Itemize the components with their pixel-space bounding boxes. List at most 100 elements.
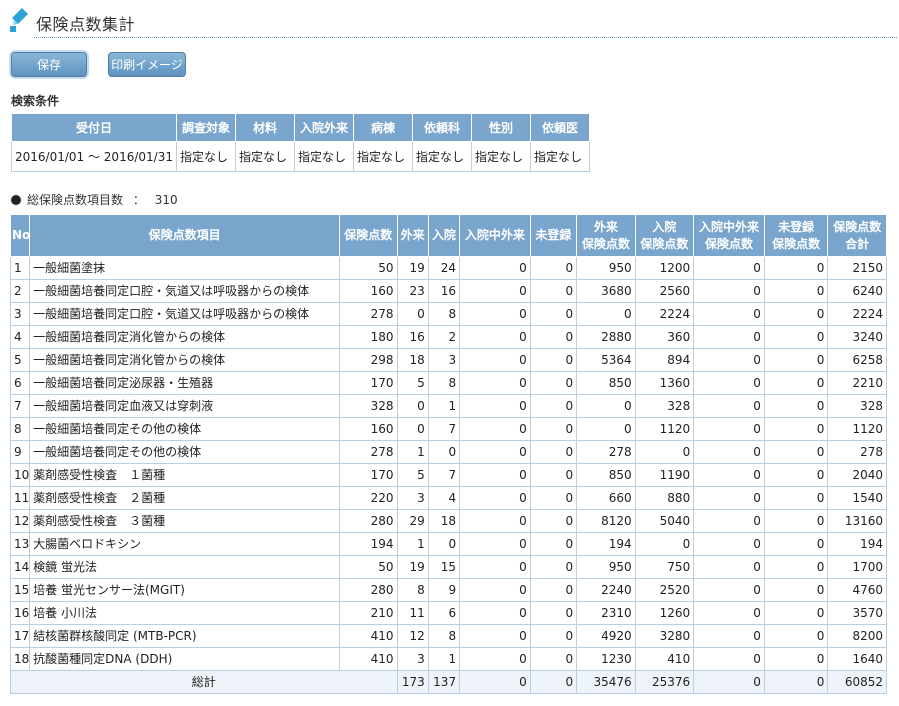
cell-inpatient-outpatient-points: 0 bbox=[693, 555, 765, 579]
cell-outpatient: 0 bbox=[396, 302, 429, 326]
page-title: 保険点数集計 bbox=[36, 15, 136, 34]
total-outpatient: 173 bbox=[396, 670, 429, 694]
cell-outpatient-points: 850 bbox=[576, 463, 636, 487]
column-header-inpatient-points[interactable]: 入院 保険点数 bbox=[634, 214, 695, 257]
cell-points: 170 bbox=[339, 371, 398, 395]
cell-points-total: 8200 bbox=[827, 624, 887, 648]
column-header-no[interactable]: No bbox=[9, 214, 31, 257]
cell-outpatient-points: 950 bbox=[576, 555, 636, 579]
table-row[interactable]: 16 培養 小川法 210 11 6 0 0 2310 1260 0 0 3570 bbox=[9, 601, 887, 625]
total-label: 総計 bbox=[10, 670, 398, 694]
cell-inpatient-outpatient-points: 0 bbox=[693, 624, 765, 648]
table-row[interactable]: 11 薬剤感受性検査 ２菌種 220 3 4 0 0 660 880 0 0 1540 bbox=[9, 486, 887, 510]
cell-inpatient-points: 2560 bbox=[634, 279, 695, 303]
column-header-inpatient-outpatient-points[interactable]: 入院中外来 保険点数 bbox=[693, 214, 765, 257]
cell-inpatient-outpatient: 0 bbox=[459, 348, 531, 372]
column-header-points-total[interactable]: 保険点数 合計 bbox=[827, 214, 887, 257]
cell-outpatient: 12 bbox=[396, 624, 429, 648]
cell-outpatient: 18 bbox=[396, 348, 429, 372]
table-row[interactable]: 8 一般細菌培養同定その他の検体 160 0 7 0 0 0 1120 0 0 1120 bbox=[9, 417, 887, 441]
table-row[interactable]: 10 薬剤感受性検査 １菌種 170 5 7 0 0 850 1190 0 0 2040 bbox=[9, 463, 887, 487]
cell-item: 薬剤感受性検査 ３菌種 bbox=[29, 509, 340, 533]
cell-points-total: 1540 bbox=[827, 486, 887, 510]
column-header-outpatient-points[interactable]: 外来 保険点数 bbox=[576, 214, 636, 257]
cell-points: 50 bbox=[339, 555, 398, 579]
cell-inpatient-outpatient-points: 0 bbox=[693, 532, 765, 556]
cell-no: 16 bbox=[9, 601, 31, 625]
table-row[interactable]: 9 一般細菌培養同定その他の検体 278 1 0 0 0 278 0 0 0 278 bbox=[9, 440, 887, 464]
cell-inpatient-outpatient: 0 bbox=[459, 509, 531, 533]
table-row[interactable]: 18 抗酸菌種同定DNA (DDH) 410 3 1 0 0 1230 410 0 0 1640 bbox=[9, 647, 887, 671]
cell-points-total: 278 bbox=[827, 440, 887, 464]
cell-item: 一般細菌培養同定口腔・気道又は呼吸器からの検体 bbox=[29, 279, 340, 303]
cell-item: 培養 蛍光センサー法(MGIT) bbox=[29, 578, 340, 602]
cell-inpatient: 0 bbox=[427, 440, 461, 464]
total-inpatient: 137 bbox=[427, 670, 461, 694]
cell-points: 328 bbox=[339, 394, 398, 418]
cell-inpatient-points: 328 bbox=[634, 394, 695, 418]
table-row[interactable]: 3 一般細菌培養同定口腔・気道又は呼吸器からの検体 278 0 8 0 0 0 2224 0 0 22… bbox=[9, 302, 887, 326]
table-row[interactable]: 4 一般細菌培養同定消化管からの検体 180 16 2 0 0 2880 360 0 0 3240 bbox=[9, 325, 887, 349]
column-header-unregistered-points[interactable]: 未登録 保険点数 bbox=[763, 214, 829, 257]
table-row[interactable]: 1 一般細菌塗抹 50 19 24 0 0 950 1200 0 0 2150 bbox=[9, 256, 887, 280]
table-row[interactable]: 5 一般細菌培養同定消化管からの検体 298 18 3 0 0 5364 894 0 0 6258 bbox=[9, 348, 887, 372]
column-header-inpatient-outpatient[interactable]: 入院中外来 bbox=[459, 214, 531, 257]
cell-unregistered: 0 bbox=[529, 440, 578, 464]
cell-points-total: 328 bbox=[827, 394, 887, 418]
table-row[interactable]: 12 薬剤感受性検査 ３菌種 280 29 18 0 0 8120 5040 0 0 13160 bbox=[9, 509, 887, 533]
table-row[interactable]: 7 一般細菌培養同定血液又は穿刺液 328 0 1 0 0 0 328 0 0 328 bbox=[9, 394, 887, 418]
column-header-line1: 入院 bbox=[431, 228, 456, 242]
column-header-outpatient[interactable]: 外来 bbox=[396, 214, 429, 257]
column-header-points[interactable]: 保険点数 bbox=[339, 214, 398, 257]
column-header-line1: 未登録 bbox=[778, 219, 815, 234]
header-material: 材料 bbox=[234, 113, 295, 142]
cell-no: 6 bbox=[9, 371, 31, 395]
cell-no: 3 bbox=[9, 302, 31, 326]
cell-inpatient-points: 1120 bbox=[634, 417, 695, 441]
table-row[interactable]: 2 一般細菌培養同定口腔・気道又は呼吸器からの検体 160 23 16 0 0 3680 256… bbox=[9, 279, 887, 303]
table-row[interactable]: 6 一般細菌培養同定泌尿器・生殖器 170 5 8 0 0 850 1360 0 0 2210 bbox=[9, 371, 887, 395]
cell-no: 2 bbox=[9, 279, 31, 303]
table-row[interactable]: 17 結核菌群核酸同定 (MTB-PCR) 410 12 8 0 0 4920 3280 0 0 82… bbox=[9, 624, 887, 648]
cell-points: 50 bbox=[339, 256, 398, 280]
print-preview-button[interactable]: 印刷イメージ bbox=[108, 52, 186, 77]
cell-outpatient: 3 bbox=[396, 647, 429, 671]
cell-item: 一般細菌培養同定口腔・気道又は呼吸器からの検体 bbox=[29, 302, 340, 326]
cell-inpatient-outpatient-points: 0 bbox=[693, 325, 765, 349]
cell-inpatient-outpatient: 0 bbox=[459, 486, 531, 510]
search-conditions-header-row: 受付日 調査対象 材料 入院外来 病棟 依頼科 性別 依頼医 bbox=[11, 113, 590, 142]
cell-no: 11 bbox=[9, 486, 31, 510]
cell-unregistered: 0 bbox=[529, 601, 578, 625]
cell-item: 一般細菌培養同定泌尿器・生殖器 bbox=[29, 371, 340, 395]
column-header-line1: 保険点数 bbox=[344, 228, 393, 242]
cell-unregistered: 0 bbox=[529, 486, 578, 510]
header-survey-target: 調査対象 bbox=[175, 113, 236, 142]
cell-inpatient-outpatient: 0 bbox=[459, 371, 531, 395]
cell-points-total: 6240 bbox=[827, 279, 887, 303]
cell-no: 13 bbox=[9, 532, 31, 556]
cell-outpatient: 1 bbox=[396, 532, 429, 556]
column-header-line1: No bbox=[12, 228, 31, 242]
total-points-total: 60852 bbox=[827, 670, 887, 694]
cell-outpatient: 23 bbox=[396, 279, 429, 303]
column-header-line2: 保険点数 bbox=[581, 236, 630, 251]
table-row[interactable]: 13 大腸菌ベロドキシン 194 1 0 0 0 194 0 0 0 194 bbox=[9, 532, 887, 556]
cell-item: 検鏡 蛍光法 bbox=[29, 555, 340, 579]
column-header-inpatient[interactable]: 入院 bbox=[427, 214, 461, 257]
column-header-item[interactable]: 保険点数項目 bbox=[29, 214, 340, 257]
cell-unregistered: 0 bbox=[529, 647, 578, 671]
cell-outpatient: 19 bbox=[396, 555, 429, 579]
table-row[interactable]: 14 検鏡 蛍光法 50 19 15 0 0 950 750 0 0 1700 bbox=[9, 555, 887, 579]
cell-item: 大腸菌ベロドキシン bbox=[29, 532, 340, 556]
table-body: 1 一般細菌塗抹 50 19 24 0 0 950 1200 0 0 2150 2 一般細菌培養同定口腔・… bbox=[9, 256, 887, 694]
cell-points-total: 3240 bbox=[827, 325, 887, 349]
cell-inpatient-outpatient: 0 bbox=[459, 417, 531, 441]
cell-inpatient-points: 0 bbox=[634, 440, 695, 464]
cell-inpatient: 6 bbox=[427, 601, 461, 625]
save-button[interactable]: 保存 bbox=[11, 52, 87, 77]
table-row[interactable]: 15 培養 蛍光センサー法(MGIT) 280 8 9 0 0 2240 2520 0 0 4760 bbox=[9, 578, 887, 602]
cell-unregistered-points: 0 bbox=[763, 486, 829, 510]
header-inpatient-outpatient: 入院外来 bbox=[293, 113, 354, 142]
column-header-unregistered[interactable]: 未登録 bbox=[529, 214, 578, 257]
table-header-row: No 保険点数項目 保険点数 外来 入院 入院中外来 未登録 外来 保険点数 入院 保険点数 入院中外… bbox=[9, 214, 887, 257]
